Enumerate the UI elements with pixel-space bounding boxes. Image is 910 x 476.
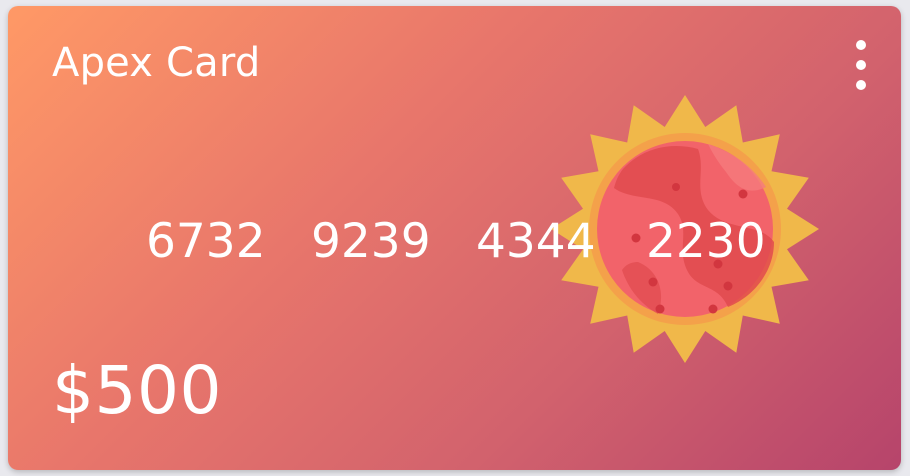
more-vert-icon xyxy=(856,40,866,50)
card-balance: $500 xyxy=(52,352,222,429)
credit-card: Apex Card 6732 9239 4344 2230 $500 xyxy=(8,6,901,470)
more-vert-icon-dot-2 xyxy=(856,60,866,70)
more-options-button[interactable] xyxy=(849,40,873,90)
card-number-group-1: 6732 xyxy=(146,214,266,269)
card-number-group-3: 4344 xyxy=(476,214,596,269)
more-vert-icon-dot-3 xyxy=(856,80,866,90)
card-number-group-4: 2230 xyxy=(646,214,766,269)
card-title: Apex Card xyxy=(52,40,261,86)
card-number-group-2: 9239 xyxy=(311,214,431,269)
